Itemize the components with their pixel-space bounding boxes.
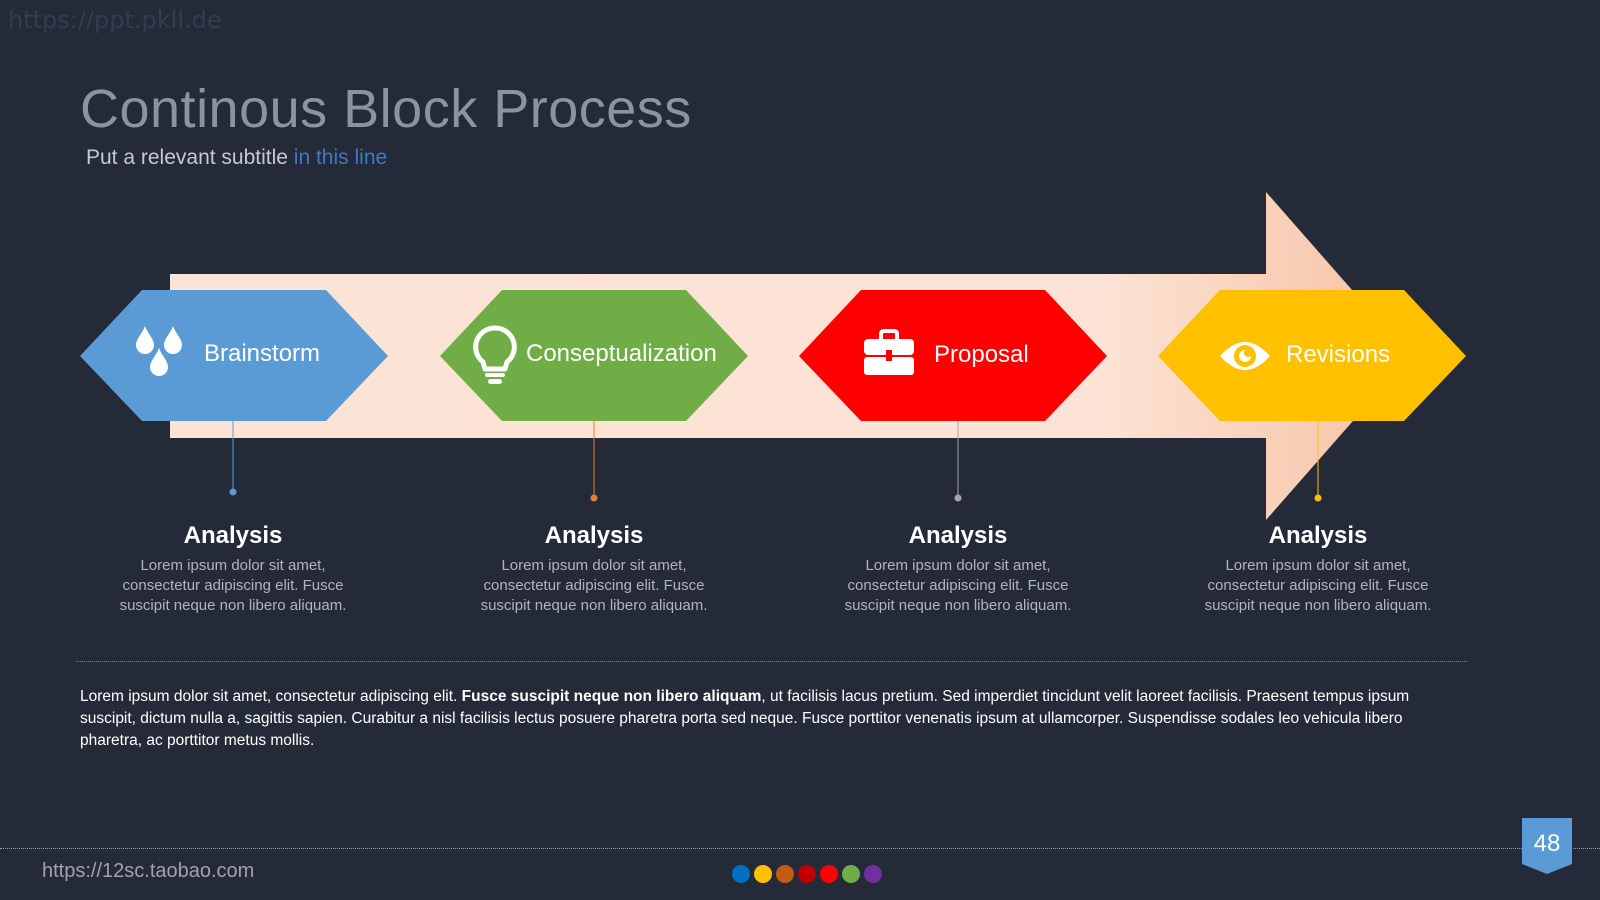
- step-description-4: Analysis Lorem ipsum dolor sit amet, con…: [1188, 522, 1448, 616]
- step-body: Lorem ipsum dolor sit amet, consectetur …: [119, 557, 347, 614]
- step-description-1: Analysis Lorem ipsum dolor sit amet, con…: [103, 522, 363, 616]
- step-heading: Analysis: [1268, 522, 1368, 549]
- color-dots: [732, 865, 882, 883]
- color-dot-7: [864, 865, 882, 883]
- color-dot-5: [820, 865, 838, 883]
- color-dot-4: [798, 865, 816, 883]
- step-label-brainstorm: Brainstorm: [204, 340, 321, 367]
- paragraph-bold-text: Fusce suscipit neque non libero aliquam: [461, 688, 762, 705]
- eye-icon: [1220, 342, 1270, 370]
- footer-divider: [0, 848, 1600, 849]
- summary-paragraph: Lorem ipsum dolor sit amet, consectetur …: [80, 686, 1420, 752]
- step-body: Lorem ipsum dolor sit amet, consectetur …: [1204, 557, 1432, 614]
- connector-dot-3: [954, 494, 962, 502]
- step-label-revisions: Revisions: [1286, 341, 1391, 368]
- color-dot-6: [842, 865, 860, 883]
- step-heading: Analysis: [544, 522, 644, 549]
- color-dot-2: [754, 865, 772, 883]
- step-label-conseptualization: Conseptualization: [526, 340, 717, 367]
- lightbulb-icon: [473, 325, 517, 384]
- step-heading: Analysis: [183, 522, 283, 549]
- water-drops-icon: [136, 326, 182, 376]
- color-dot-3: [776, 865, 794, 883]
- color-dot-1: [732, 865, 750, 883]
- footer-url: https://12sc.taobao.com: [42, 860, 255, 882]
- step-body: Lorem ipsum dolor sit amet, consectetur …: [480, 557, 708, 614]
- connector-dot-1: [229, 488, 237, 496]
- section-divider: [76, 661, 1467, 662]
- step-label-proposal: Proposal: [934, 341, 1029, 368]
- step-description-2: Analysis Lorem ipsum dolor sit amet, con…: [464, 522, 724, 616]
- connector-dot-4: [1314, 494, 1322, 502]
- briefcase-icon: [864, 329, 914, 375]
- paragraph-text-before: Lorem ipsum dolor sit amet, consectetur …: [80, 688, 462, 705]
- connector-dot-2: [590, 494, 598, 502]
- step-heading: Analysis: [908, 522, 1008, 549]
- page-number: 48: [1533, 830, 1561, 857]
- process-diagram: [80, 192, 1466, 520]
- step-body: Lorem ipsum dolor sit amet, consectetur …: [844, 557, 1072, 614]
- step-description-3: Analysis Lorem ipsum dolor sit amet, con…: [828, 522, 1088, 616]
